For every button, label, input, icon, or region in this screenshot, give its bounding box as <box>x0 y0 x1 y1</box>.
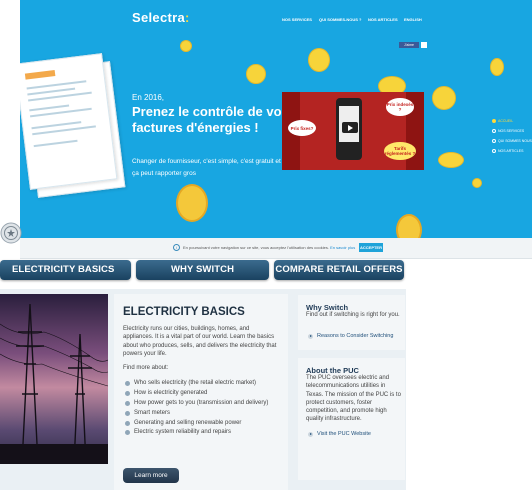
intro-text: Electricity runs our cities, buildings, … <box>123 326 277 357</box>
page-title: ELECTRICITY BASICS <box>123 306 245 318</box>
nav-about[interactable]: QUI SOMMES-NOUS ? <box>319 17 361 22</box>
why-switch-text: Find out if switching is right for you. <box>306 312 400 318</box>
main-panel: ELECTRICITY BASICS Electricity runs our … <box>114 294 288 490</box>
arrow-icon <box>308 431 313 437</box>
video-bubble: Prix indexés ? <box>386 98 414 116</box>
nav-articles[interactable]: NOS ARTICLES <box>368 17 398 22</box>
lightbulb-icon <box>396 214 422 238</box>
bullet-icon <box>125 400 130 406</box>
tab-why-switch[interactable]: WHY SWITCH <box>136 260 269 280</box>
accept-cookies-button[interactable]: ACCEPTER <box>359 243 383 252</box>
selectra-hero: Selectra: NOS SERVICES QUI SOMMES-NOUS ?… <box>20 0 532 238</box>
nav-english[interactable]: ENGLISH <box>404 17 422 22</box>
coin-icon <box>246 64 266 84</box>
play-icon[interactable] <box>342 122 358 133</box>
info-icon: i <box>173 244 180 251</box>
bill-document-image-front <box>20 53 118 190</box>
list-item[interactable]: How power gets to you (transmission and … <box>123 399 288 407</box>
coin-icon <box>490 58 504 76</box>
hero-headline: Prenez le contrôle de vos factures d'éne… <box>132 104 289 135</box>
section-dots-nav: ACCUEIL NOS SERVICES QUI SOMMES NOUS NOS… <box>492 116 532 156</box>
state-seal-icon <box>0 222 22 244</box>
dot-nav-home[interactable]: ACCUEIL <box>492 116 532 126</box>
hero-subtext: Changer de fournisseur, c'est simple, c'… <box>132 158 281 177</box>
hero-year: En 2016, <box>132 93 165 102</box>
list-item[interactable]: How is electricity generated <box>123 389 288 397</box>
list-item[interactable]: Generating and selling renewable power <box>123 419 288 427</box>
arrow-icon <box>308 333 313 339</box>
selectra-logo[interactable]: Selectra: <box>132 10 190 25</box>
nav-services[interactable]: NOS SERVICES <box>282 17 312 22</box>
reasons-to-switch-link[interactable]: Reasons to Consider Switching <box>308 333 393 339</box>
video-player[interactable]: Prix fixes? Prix indexés ? Tarifs réglem… <box>282 92 424 170</box>
share-icon[interactable] <box>421 42 427 48</box>
list-item[interactable]: Electric system reliability and repairs <box>123 428 288 436</box>
about-puc-text: The PUC oversees electric and telecommun… <box>306 375 401 423</box>
cookie-learn-more-link[interactable]: En savoir plus <box>330 245 355 250</box>
cookie-bar: i En poursuivant votre navigation sur ce… <box>20 238 532 259</box>
topic-list: Who sells electricity (the retail electr… <box>123 379 288 438</box>
tab-compare-retail-offers[interactable]: COMPARE RETAIL OFFERS <box>274 260 404 280</box>
dot-nav-about[interactable]: QUI SOMMES NOUS <box>492 136 532 146</box>
list-item[interactable]: Who sells electricity (the retail electr… <box>123 379 288 387</box>
video-bubble: Tarifs réglementés ? <box>384 142 416 160</box>
cookie-text: En poursuivant votre navigation sur ce s… <box>183 245 356 250</box>
coin-icon <box>438 152 464 168</box>
bullet-icon <box>125 430 130 436</box>
bullet-icon <box>125 420 130 426</box>
tab-electricity-basics[interactable]: ELECTRICITY BASICS <box>0 260 131 280</box>
coin-icon <box>308 48 330 72</box>
dot-nav-services[interactable]: NOS SERVICES <box>492 126 532 136</box>
coin-icon <box>180 40 192 52</box>
dot-nav-articles[interactable]: NOS ARTICLES <box>492 146 532 156</box>
about-puc-box: About the PUC The PUC oversees electric … <box>298 358 405 480</box>
coin-icon <box>472 178 482 188</box>
bullet-icon <box>125 390 130 396</box>
video-bubble: Prix fixes? <box>288 120 316 136</box>
bullet-icon <box>125 381 130 386</box>
power-lines-photo <box>0 294 108 464</box>
learn-more-button[interactable]: Learn more <box>123 468 179 483</box>
visit-puc-link[interactable]: Visit the PUC Website <box>308 431 371 437</box>
coin-icon <box>432 86 456 110</box>
list-item[interactable]: Smart meters <box>123 409 288 417</box>
find-more-label: Find more about: <box>123 365 169 371</box>
lightbulb-icon <box>176 184 208 222</box>
bullet-icon <box>125 410 130 416</box>
facebook-like-button[interactable]: J'aime <box>399 42 419 48</box>
why-switch-box: Why Switch Find out if switching is righ… <box>298 295 405 350</box>
